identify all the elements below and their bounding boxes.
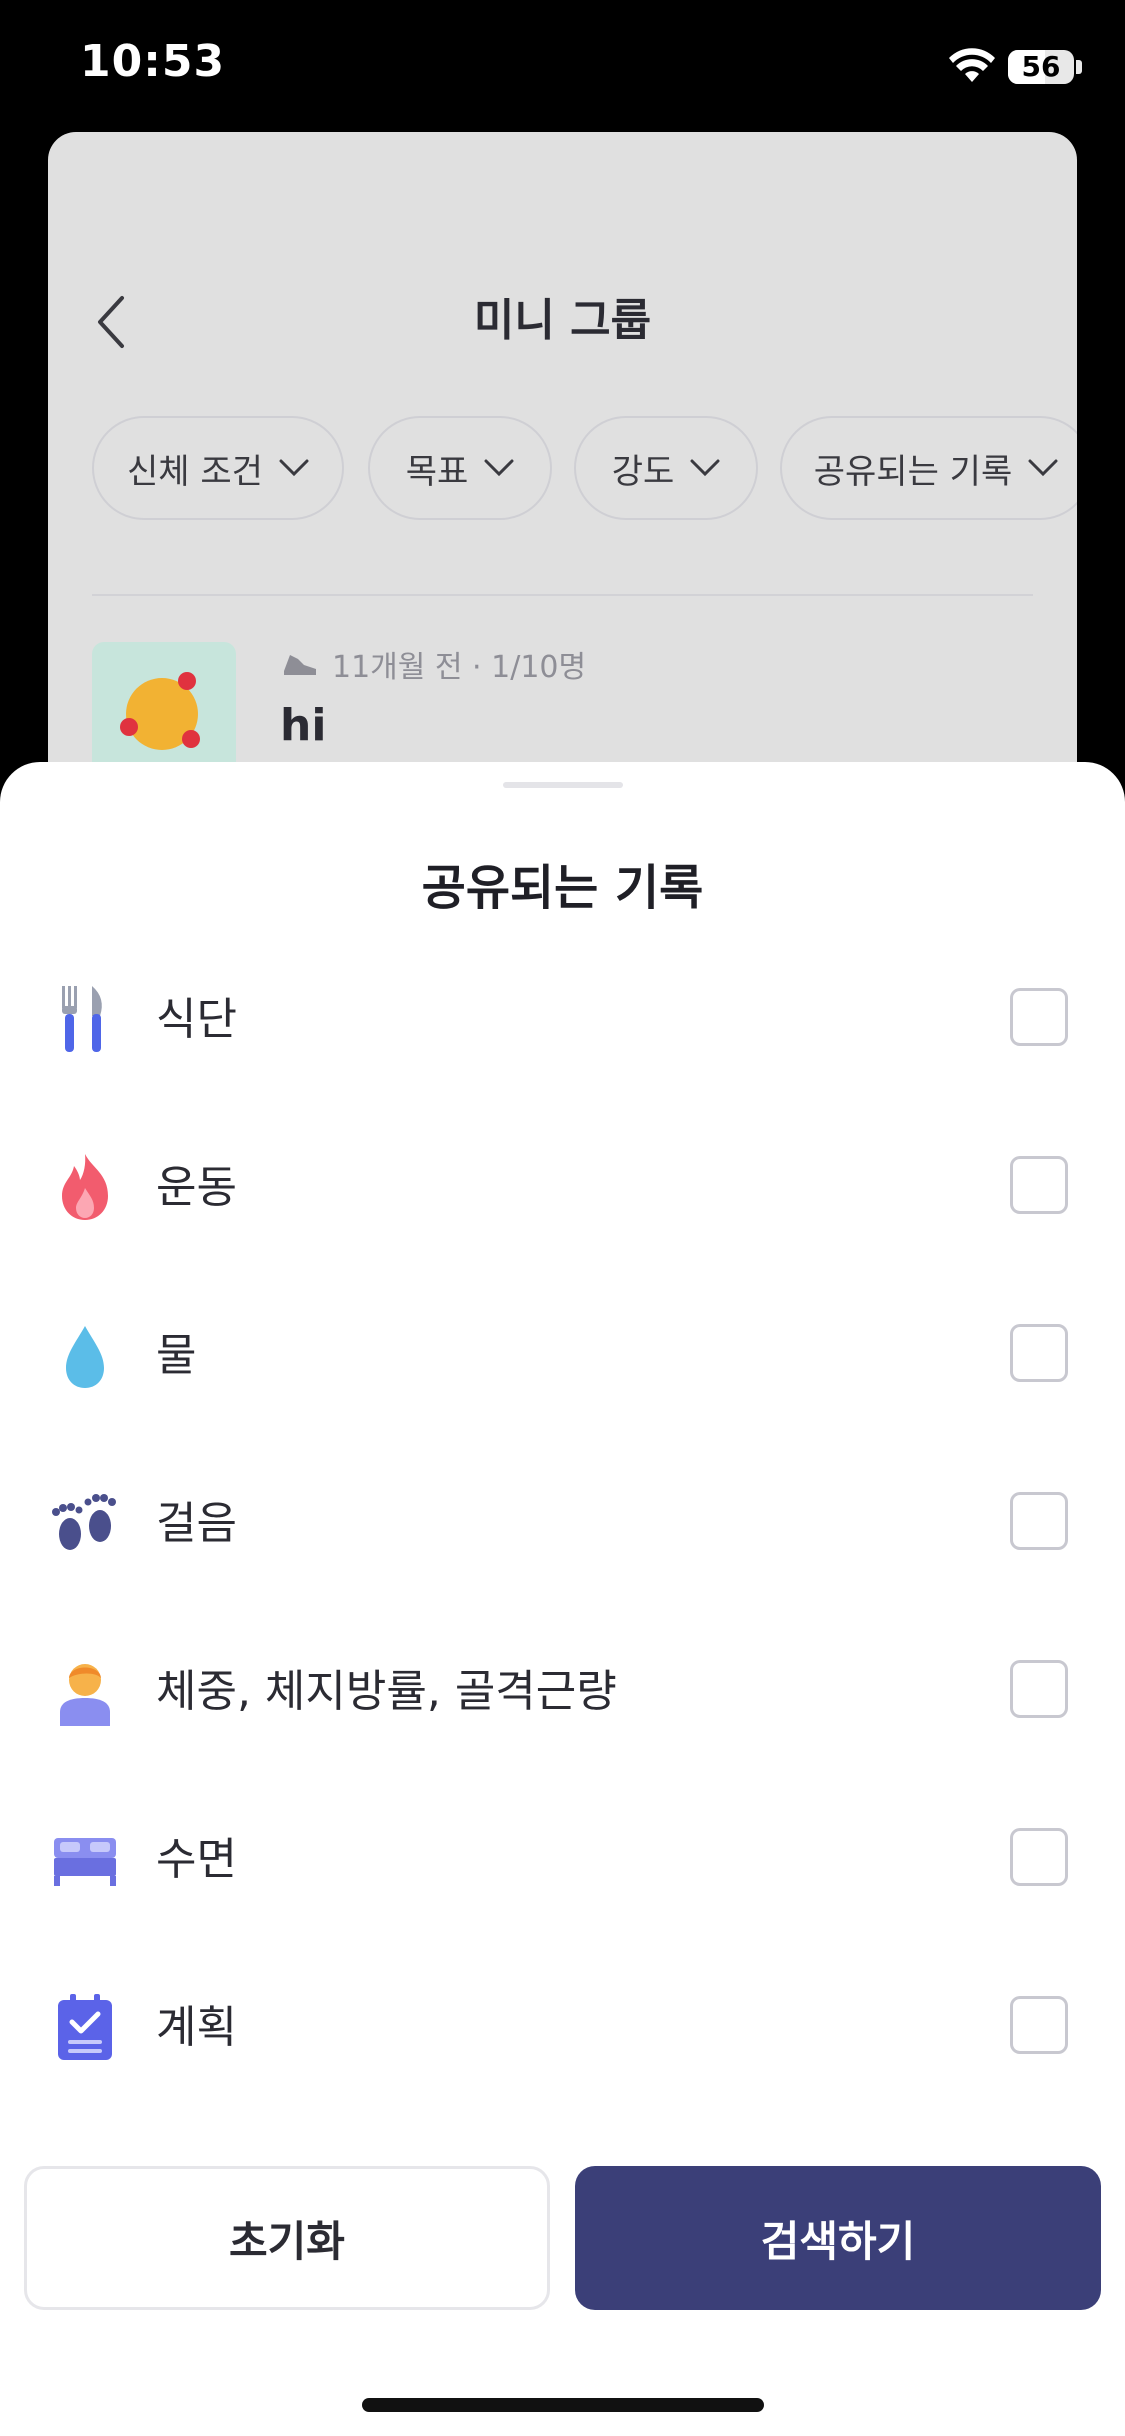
sheet-handle[interactable] bbox=[503, 782, 623, 788]
option-body-composition[interactable]: 체중, 체지방률, 골격근량 bbox=[0, 1614, 1125, 1764]
option-plan[interactable]: 계획 bbox=[0, 1950, 1125, 2100]
chevron-down-icon bbox=[690, 459, 720, 477]
filter-chip-label: 공유되는 기록 bbox=[813, 451, 1013, 492]
smiling-hearts-emoji-icon bbox=[120, 672, 200, 750]
filter-chip-label: 강도 bbox=[611, 451, 675, 492]
filter-chip-label: 목표 bbox=[405, 451, 469, 492]
home-indicator[interactable] bbox=[362, 2398, 764, 2412]
filter-chip-label: 신체 조건 bbox=[127, 451, 263, 492]
option-checkbox[interactable] bbox=[1010, 1156, 1068, 1214]
person-icon bbox=[60, 1664, 110, 1726]
chevron-down-icon bbox=[279, 459, 309, 477]
footprints-icon bbox=[52, 1494, 116, 1550]
chevron-down-icon bbox=[484, 459, 514, 477]
battery-level: 56 bbox=[1021, 50, 1061, 83]
bed-icon bbox=[54, 1838, 116, 1886]
option-water[interactable]: 물 bbox=[0, 1278, 1125, 1428]
option-label: 체중, 체지방률, 골격근량 bbox=[156, 1666, 617, 1717]
bottom-sheet: 공유되는 기록 식단 운동 물 걸음 체중, 체지방률, 골격근량 수면 계획 … bbox=[0, 762, 1125, 2436]
post-title[interactable]: hi bbox=[280, 700, 326, 751]
filter-chips: 신체 조건 목표 강도 공유되는 기록 bbox=[92, 416, 1077, 526]
shoe-icon bbox=[284, 655, 316, 675]
reset-button[interactable]: 초기화 bbox=[24, 2166, 550, 2310]
clipboard-check-icon bbox=[58, 1994, 112, 2060]
page-title: 미니 그룹 bbox=[473, 295, 652, 346]
wifi-icon bbox=[949, 48, 995, 82]
option-label: 운동 bbox=[156, 1162, 237, 1213]
filter-chip-body[interactable]: 신체 조건 bbox=[92, 416, 344, 520]
option-checkbox[interactable] bbox=[1010, 988, 1068, 1046]
sheet-title: 공유되는 기록 bbox=[421, 860, 704, 916]
divider bbox=[92, 594, 1033, 596]
option-label: 수면 bbox=[156, 1834, 237, 1885]
water-drop-icon bbox=[66, 1326, 104, 1388]
battery-icon: 56 bbox=[1008, 50, 1074, 84]
option-label: 걸음 bbox=[156, 1498, 237, 1549]
fire-icon bbox=[62, 1154, 108, 1220]
status-time: 10:53 bbox=[80, 36, 226, 87]
option-steps[interactable]: 걸음 bbox=[0, 1446, 1125, 1596]
post-meta-text: 11개월 전 · 1/10명 bbox=[332, 650, 587, 685]
option-exercise[interactable]: 운동 bbox=[0, 1110, 1125, 1260]
option-checkbox[interactable] bbox=[1010, 1996, 1068, 2054]
option-sleep[interactable]: 수면 bbox=[0, 1782, 1125, 1932]
option-label: 물 bbox=[156, 1330, 197, 1381]
post-meta: 11개월 전 · 1/10명 bbox=[280, 642, 586, 686]
filter-chip-shared-records[interactable]: 공유되는 기록 bbox=[780, 416, 1077, 520]
group-thumbnail[interactable] bbox=[92, 642, 236, 762]
option-checkbox[interactable] bbox=[1010, 1492, 1068, 1550]
option-checkbox[interactable] bbox=[1010, 1324, 1068, 1382]
option-label: 식단 bbox=[156, 994, 237, 1045]
option-diet[interactable]: 식단 bbox=[0, 942, 1125, 1092]
fork-knife-icon bbox=[62, 986, 102, 1052]
option-checkbox[interactable] bbox=[1010, 1828, 1068, 1886]
option-checkbox[interactable] bbox=[1010, 1660, 1068, 1718]
filter-chip-goal[interactable]: 목표 bbox=[368, 416, 552, 520]
option-label: 계획 bbox=[156, 2002, 237, 2053]
chevron-down-icon bbox=[1028, 459, 1058, 477]
search-button[interactable]: 검색하기 bbox=[575, 2166, 1101, 2310]
status-bar: 10:53 56 bbox=[0, 0, 1125, 130]
filter-chip-intensity[interactable]: 강도 bbox=[574, 416, 758, 520]
